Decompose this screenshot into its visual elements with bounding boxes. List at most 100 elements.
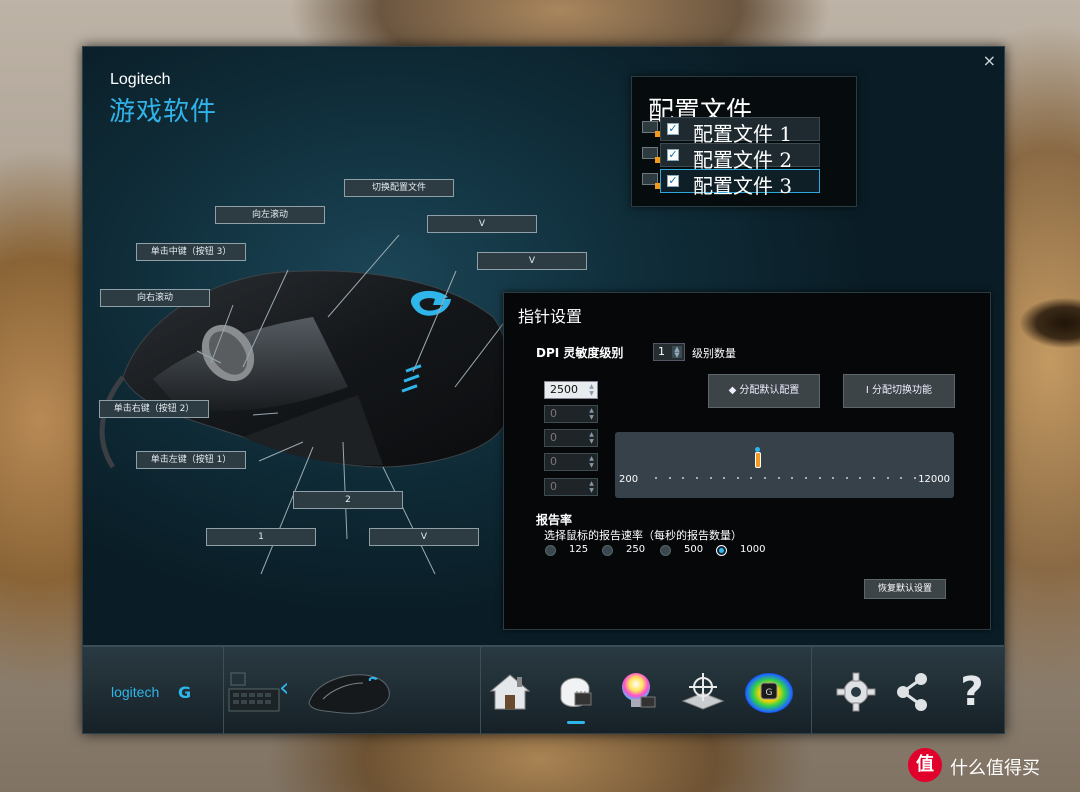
slider-tick xyxy=(655,477,657,479)
dpi-level-input-4[interactable]: 0 ▲ ▼ xyxy=(544,453,598,471)
rate-radio-250[interactable] xyxy=(602,545,613,556)
profile-item-1[interactable]: ✓ 配置文件 1 xyxy=(642,117,820,146)
rate-label-125: 125 xyxy=(569,544,589,555)
dpi-level-input-5[interactable]: 0 ▲ ▼ xyxy=(544,478,598,496)
assign-shift-button[interactable]: I 分配切换功能 xyxy=(843,374,955,408)
mouse-device-icon[interactable] xyxy=(303,665,395,721)
profiles-panel: 配置文件 ✓ 配置文件 1 ✓ 配置文件 2 ✓ 配置文件 3 xyxy=(631,76,857,207)
callout-right-click[interactable]: 单击右键（按钮 2） xyxy=(99,400,209,418)
slider-tick xyxy=(804,477,807,479)
divider xyxy=(480,647,481,735)
slider-tick xyxy=(791,477,794,479)
pointer-settings-icon[interactable] xyxy=(551,669,597,715)
slider-tick xyxy=(709,477,712,479)
surface-tuning-icon[interactable] xyxy=(679,669,725,715)
dpi-level-count-select[interactable]: 1 ▲ ▼ xyxy=(653,343,685,361)
dpi-slider-handle[interactable] xyxy=(755,447,762,468)
slider-tick xyxy=(914,477,916,479)
rate-radio-125[interactable] xyxy=(545,545,556,556)
spinner-arrows-icon[interactable]: ▲ ▼ xyxy=(587,383,596,397)
dpi-level-input-1[interactable]: 2500 ▲ ▼ xyxy=(544,381,598,399)
spinner-arrows-icon[interactable]: ▲ ▼ xyxy=(672,346,682,359)
watermark-logo-icon: 值 xyxy=(908,748,942,782)
dpi-slider[interactable]: 200 12000 xyxy=(615,432,954,498)
divider xyxy=(811,647,812,735)
profile-chip[interactable]: ✓ 配置文件 1 xyxy=(660,117,820,146)
dpi-sensitivity-label: DPI 灵敏度级别 xyxy=(536,346,624,360)
lighting-icon[interactable] xyxy=(615,669,661,715)
dpi-level-value: 0 xyxy=(550,455,557,468)
bottom-navigation-bar: logitech G ‹ G ? xyxy=(83,645,1004,735)
dpi-level-count-label: 级别数量 xyxy=(692,347,736,360)
callout-scroll-right[interactable]: 向右滚动 xyxy=(100,289,210,307)
callout-scroll-left[interactable]: 向左滚动 xyxy=(215,206,325,224)
callout-g-button-top-1[interactable]: V xyxy=(427,215,537,233)
rate-radio-500[interactable] xyxy=(660,545,671,556)
dpi-level-value: 0 xyxy=(550,407,557,420)
restore-defaults-button[interactable]: 恢复默认设置 xyxy=(864,579,946,599)
g-logo-icon: G xyxy=(178,683,192,702)
dpi-level-value: 0 xyxy=(550,480,557,493)
callout-g-button-top-2[interactable]: V xyxy=(477,252,587,270)
active-tab-indicator xyxy=(567,721,585,724)
profile-chip[interactable]: ✓ 配置文件 2 xyxy=(660,143,820,172)
slider-tick xyxy=(668,477,671,479)
logitech-logo: logitech xyxy=(111,684,160,700)
callout-left-click[interactable]: 单击左键（按钮 1） xyxy=(136,451,246,469)
slider-tick xyxy=(682,477,685,479)
slider-tick xyxy=(764,477,767,479)
slider-tick xyxy=(845,477,848,479)
rate-label-250: 250 xyxy=(626,544,646,555)
slider-max-label: 12000 xyxy=(918,474,950,485)
callout-middle-click[interactable]: 单击中键（按钮 3） xyxy=(136,243,246,261)
computer-icon xyxy=(642,147,662,163)
profile-checkbox[interactable]: ✓ xyxy=(667,175,679,187)
watermark: 值 什么值得买 xyxy=(908,748,1068,784)
settings-gear-icon[interactable] xyxy=(833,669,879,715)
report-rate-description: 选择鼠标的报告速率（每秒的报告数量） xyxy=(544,529,742,542)
mouse-diagram: 切换配置文件 向左滚动 V 单击中键（按钮 3） V 向右滚动 单击右键（按钮 … xyxy=(83,167,587,587)
dpi-level-value: 2500 xyxy=(550,383,578,396)
slider-tick xyxy=(695,477,698,479)
heatmap-icon[interactable]: G xyxy=(743,669,795,715)
divider xyxy=(223,647,224,735)
keyboard-device-icon[interactable] xyxy=(227,667,283,719)
profile-item-2[interactable]: ✓ 配置文件 2 xyxy=(642,143,820,172)
app-title: 游戏软件 xyxy=(109,97,218,127)
help-icon[interactable]: ? xyxy=(949,669,995,715)
dpi-level-input-2[interactable]: 0 ▲ ▼ xyxy=(544,405,598,423)
dpi-level-count-value: 1 xyxy=(658,345,665,358)
slider-tick xyxy=(736,477,739,479)
spinner-arrows-icon[interactable]: ▲ ▼ xyxy=(587,480,596,494)
spinner-arrows-icon[interactable]: ▲ ▼ xyxy=(587,455,596,469)
spinner-arrows-icon[interactable]: ▲ ▼ xyxy=(587,431,596,445)
slider-tick xyxy=(859,477,862,479)
watermark-text: 什么值得买 xyxy=(950,758,1040,779)
back-arrow-icon[interactable]: ‹ xyxy=(279,673,289,703)
callout-g-button-bottom-3[interactable]: V xyxy=(369,528,479,546)
assign-default-button[interactable]: ◆ 分配默认配置 xyxy=(708,374,820,408)
rate-label-1000: 1000 xyxy=(740,544,766,555)
computer-icon xyxy=(642,173,662,189)
slider-min-label: 200 xyxy=(619,474,639,485)
slider-tick xyxy=(723,477,726,479)
home-icon[interactable] xyxy=(487,669,533,715)
logitech-gaming-software-window: × Logitech 游戏软件 配置文件 ✓ 配置文件 1 ✓ 配置文件 2 ✓… xyxy=(82,46,1005,735)
share-icon[interactable] xyxy=(889,669,935,715)
close-icon[interactable]: × xyxy=(983,51,996,70)
profile-chip[interactable]: ✓ 配置文件 3 xyxy=(660,169,820,198)
rate-label-500: 500 xyxy=(684,544,704,555)
callout-g-button-bottom-2[interactable]: 1 xyxy=(206,528,316,546)
profile-checkbox[interactable]: ✓ xyxy=(667,149,679,161)
callout-switch-profile[interactable]: 切换配置文件 xyxy=(344,179,454,197)
profile-checkbox[interactable]: ✓ xyxy=(667,123,679,135)
callout-g-button-bottom-1[interactable]: 2 xyxy=(293,491,403,509)
profile-item-3[interactable]: ✓ 配置文件 3 xyxy=(642,169,820,198)
dpi-level-value: 0 xyxy=(550,431,557,444)
brand-name: Logitech xyxy=(110,71,171,88)
rate-radio-1000[interactable] xyxy=(716,545,727,556)
computer-icon xyxy=(642,121,662,137)
spinner-arrows-icon[interactable]: ▲ ▼ xyxy=(587,407,596,421)
dpi-level-input-3[interactable]: 0 ▲ ▼ xyxy=(544,429,598,447)
profile-label: 配置文件 3 xyxy=(693,174,793,198)
